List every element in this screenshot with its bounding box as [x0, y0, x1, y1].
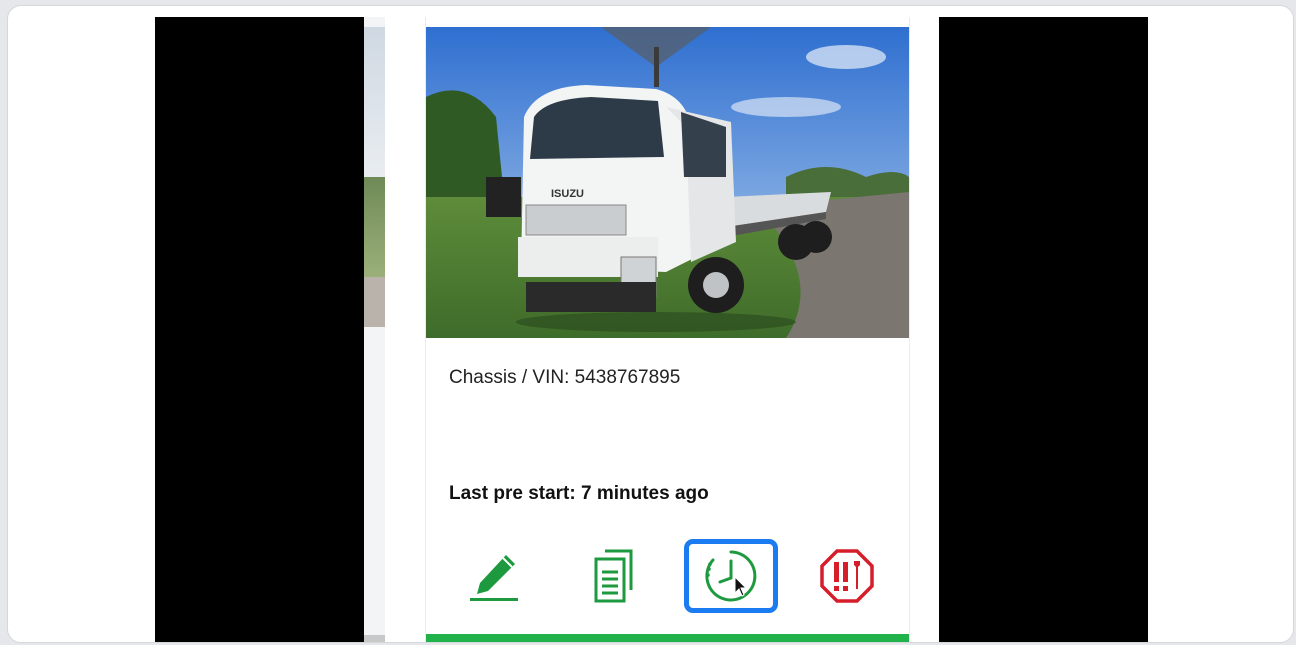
documents-button[interactable] [567, 539, 661, 613]
documents-icon [594, 549, 633, 603]
letterbox-left [155, 17, 364, 642]
app-frame: ISUZU Chassis / VIN: 5438767895 Last pre… [7, 5, 1294, 643]
warning-wrench-icon [820, 549, 874, 603]
status-bar [426, 634, 909, 642]
clock-icon [705, 550, 757, 602]
letterbox-right [939, 17, 1148, 642]
last-prestart-text: Last pre start: 7 minutes ago [449, 483, 709, 504]
adjacent-card-edge [364, 17, 385, 642]
report-defect-button[interactable] [800, 539, 894, 613]
edit-button[interactable] [449, 539, 543, 613]
cab-brand: ISUZU [551, 188, 584, 200]
history-button[interactable] [684, 539, 778, 613]
vin-text: Chassis / VIN: 5438767895 [449, 367, 681, 388]
mouse-cursor [734, 575, 748, 597]
pencil-icon [470, 555, 518, 601]
vehicle-card[interactable]: ISUZU Chassis / VIN: 5438767895 Last pre… [425, 17, 910, 642]
vehicle-photo: ISUZU [426, 27, 909, 338]
